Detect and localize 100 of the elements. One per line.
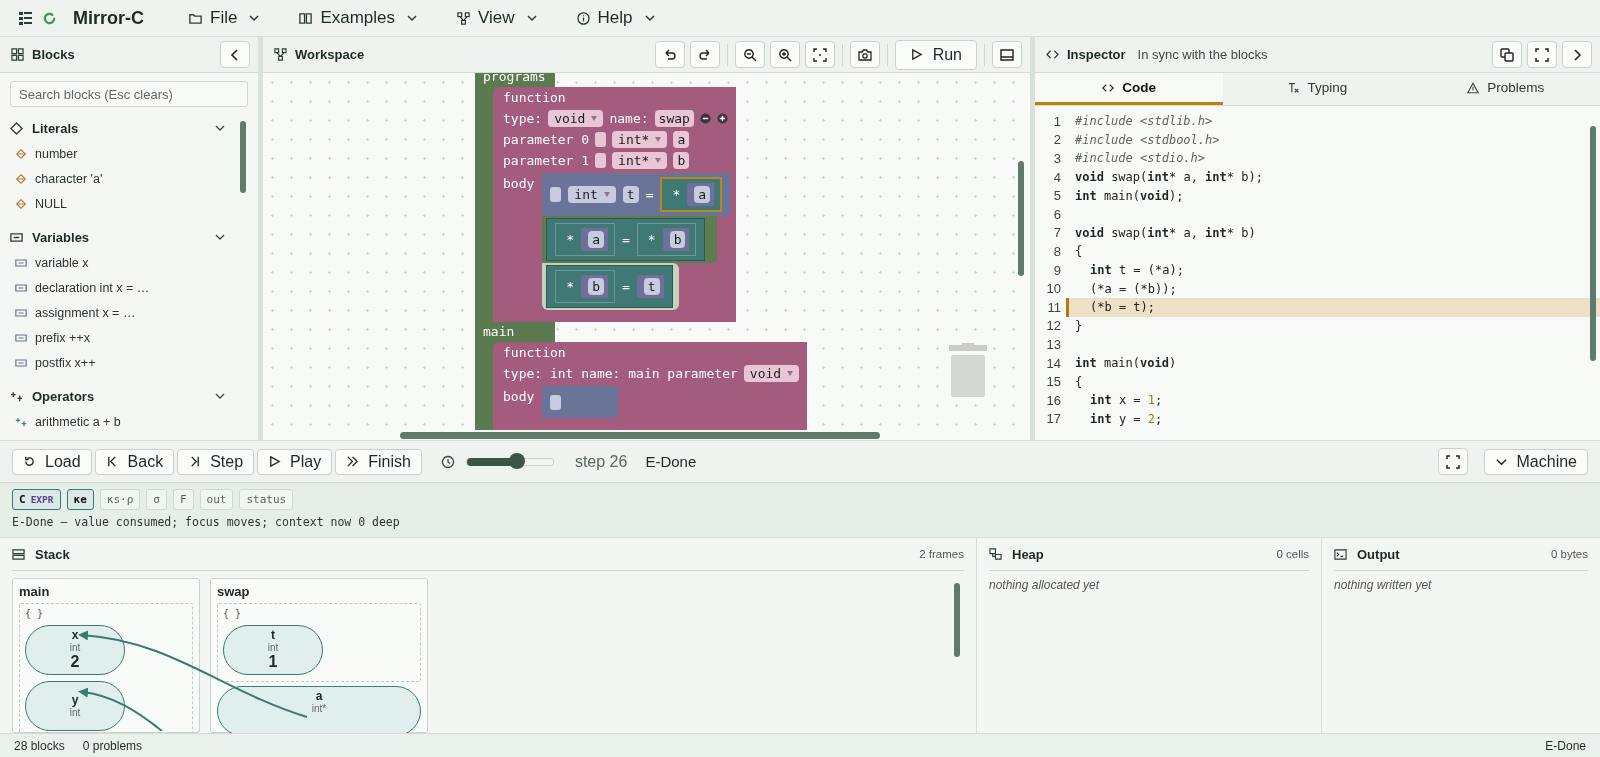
panel-toggle-button[interactable] <box>992 41 1022 68</box>
block-item[interactable]: character 'a' <box>10 166 234 191</box>
function-block[interactable]: function type: void name: swap parameter 0 int* a parameter 1 int* b body int t = * a * a = * b * b = t <box>493 87 736 322</box>
block-item[interactable]: arithmetic a + b <box>10 409 234 434</box>
statement-block[interactable]: int t = * a <box>542 173 731 216</box>
variable-block[interactable]: b <box>662 228 690 251</box>
block-checkbox[interactable] <box>595 153 607 168</box>
block-item[interactable]: prefix ++x <box>10 325 234 350</box>
type-dropdown[interactable]: int* <box>612 152 668 169</box>
scrollbar[interactable] <box>954 583 960 657</box>
playback-button[interactable]: Step <box>177 448 255 475</box>
code-line: #include <stdio.h> <box>1075 150 1206 168</box>
block-item[interactable]: postfix x++ <box>10 350 234 375</box>
statement-block[interactable] <box>542 386 619 418</box>
menu-button[interactable]: Examples <box>288 4 429 32</box>
frame-name: main <box>19 584 51 599</box>
scrollbar[interactable] <box>1590 126 1596 361</box>
category-header[interactable]: Variables <box>10 224 234 250</box>
plus-icon[interactable] <box>716 113 728 124</box>
name-field[interactable]: t <box>622 186 639 203</box>
playback-button[interactable]: Load <box>12 448 92 475</box>
variable-block[interactable]: a <box>581 228 608 251</box>
chevron-down-icon <box>643 12 656 24</box>
operator-label: * <box>566 279 575 294</box>
statement-block[interactable]: * a = * b <box>546 218 706 261</box>
menu-button[interactable]: File <box>178 4 271 32</box>
zoom-in-button[interactable] <box>769 41 800 68</box>
fullscreen-button[interactable] <box>1437 448 1468 475</box>
frame-name: swap <box>217 584 251 599</box>
type-dropdown[interactable]: int* <box>612 131 668 148</box>
menu-button[interactable]: View <box>446 4 548 32</box>
name-field[interactable]: b <box>673 152 690 169</box>
playback-button[interactable]: Play <box>257 448 333 475</box>
plus-minus-icon <box>15 415 27 428</box>
search-field[interactable]: Search blocks (Esc clears) <box>10 81 248 107</box>
inspector-tab[interactable]: Problems <box>1411 73 1600 105</box>
block-item[interactable]: variable x <box>10 250 234 275</box>
block-checkbox[interactable] <box>550 394 562 410</box>
register-chip[interactable]: C EXPR <box>12 489 61 510</box>
variable-field[interactable]: b <box>588 278 604 295</box>
operator-label: * <box>647 232 656 247</box>
undo-button[interactable] <box>654 41 685 68</box>
register-chip[interactable]: out <box>199 489 234 510</box>
machine-button[interactable]: Machine <box>1483 448 1588 475</box>
type-dropdown[interactable]: int <box>568 186 616 203</box>
variable-field[interactable]: t <box>643 278 660 295</box>
variable-block[interactable]: a <box>687 183 715 206</box>
block-item[interactable]: number <box>10 141 234 166</box>
chevron-down-icon <box>406 12 419 24</box>
function-block[interactable]: function type: int name: main parameter void body <box>493 342 808 430</box>
register-chip[interactable]: status <box>239 489 294 510</box>
zoom-out-button[interactable] <box>734 41 765 68</box>
name-field[interactable]: a <box>673 131 690 148</box>
scrollbar[interactable] <box>400 432 880 439</box>
type-dropdown[interactable]: void <box>548 110 604 127</box>
slider-thumb[interactable] <box>508 452 525 469</box>
block-checkbox[interactable] <box>595 132 607 147</box>
playback-button[interactable]: Finish <box>335 448 422 475</box>
redo-button[interactable] <box>689 41 720 68</box>
operator-label: * <box>672 187 681 202</box>
fullscreen-button[interactable] <box>1527 41 1557 68</box>
collapse-button[interactable] <box>1562 41 1592 68</box>
type-dropdown[interactable]: void <box>743 365 800 382</box>
category-header[interactable]: Literals <box>10 115 234 141</box>
dereference-block[interactable]: * b <box>555 270 615 303</box>
scrollbar[interactable] <box>240 121 246 193</box>
machine-state: E-Done <box>1545 739 1586 753</box>
inspector-tab[interactable]: Typing <box>1223 73 1412 105</box>
register-chip[interactable]: κe <box>66 489 94 510</box>
register-chip[interactable]: κs·ρ <box>99 489 141 510</box>
block-checkbox[interactable] <box>550 187 562 202</box>
run-button[interactable]: Run <box>894 39 977 70</box>
dereference-block[interactable]: * b <box>636 223 697 256</box>
scrollbar[interactable] <box>1018 161 1024 276</box>
block-item[interactable]: declaration int x = … <box>10 275 234 300</box>
dereference-block[interactable]: * a <box>660 177 723 212</box>
register-chip[interactable]: σ <box>146 489 167 510</box>
variable-field[interactable]: b <box>669 231 686 248</box>
playback-button[interactable]: Back <box>94 448 175 475</box>
register-chip[interactable]: F <box>172 489 194 510</box>
collapse-button[interactable] <box>220 41 250 68</box>
camera-button[interactable] <box>849 41 880 68</box>
variable-block[interactable]: b <box>581 275 608 298</box>
dereference-block[interactable]: * a <box>555 223 615 256</box>
statement-block[interactable]: * b = t <box>546 265 673 308</box>
block-item[interactable]: assignment x = … <box>10 300 234 325</box>
recenter-button[interactable] <box>804 41 835 68</box>
name-field[interactable]: swap <box>654 110 694 127</box>
inspector-tab[interactable]: Code <box>1035 73 1224 105</box>
minus-icon[interactable] <box>699 113 711 124</box>
category-header[interactable]: Operators <box>10 383 234 409</box>
variable-cell: a int* <box>217 686 421 733</box>
variable-field[interactable]: a <box>694 186 711 203</box>
code-line: (*a = (*b)); <box>1089 280 1177 298</box>
menu-button[interactable]: Help <box>565 4 666 32</box>
app-title: Mirror-C <box>73 7 144 29</box>
block-item[interactable]: NULL <box>10 191 234 216</box>
variable-block[interactable]: t <box>636 275 664 298</box>
variable-field[interactable]: a <box>588 231 604 248</box>
copy-button[interactable] <box>1492 41 1522 68</box>
